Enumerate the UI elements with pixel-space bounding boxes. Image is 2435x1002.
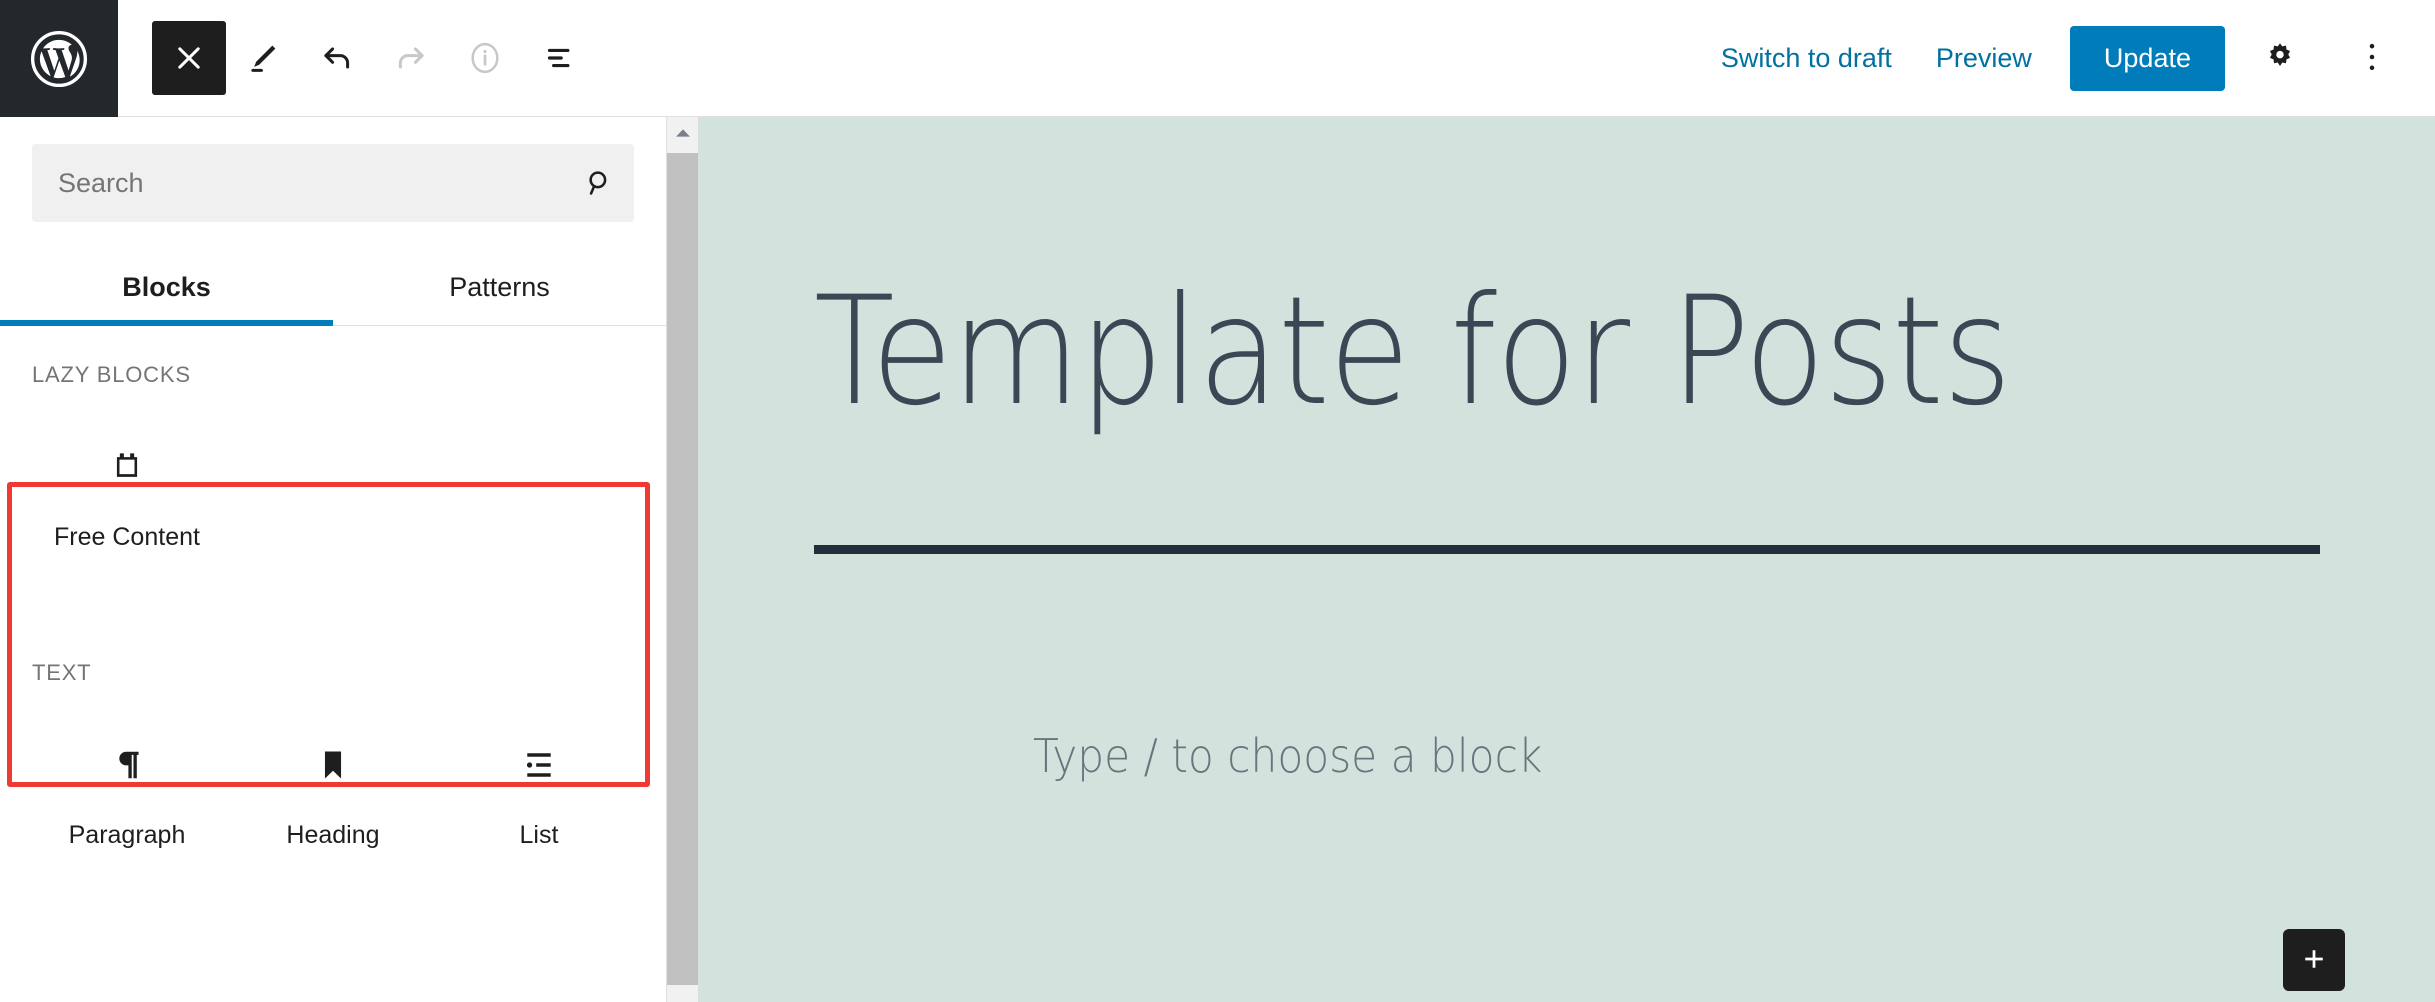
inserter-tabs: Blocks Patterns	[0, 258, 666, 326]
scrollbar-thumb[interactable]	[667, 153, 698, 986]
undo-button[interactable]	[300, 21, 374, 95]
undo-icon	[318, 39, 356, 77]
chevron-up-icon	[674, 126, 692, 144]
add-block-button[interactable]	[2283, 929, 2345, 991]
close-inserter-button[interactable]	[152, 21, 226, 95]
block-inserter-panel: Blocks Patterns LAZY BLOCKS Free Cont	[0, 117, 667, 1002]
editor-canvas: Template for Posts Type / to choose a bl…	[699, 117, 2435, 1002]
post-title[interactable]: Template for Posts	[814, 277, 2139, 427]
block-item-heading[interactable]: Heading	[230, 716, 436, 872]
pencil-icon	[244, 39, 282, 77]
tab-blocks[interactable]: Blocks	[0, 258, 333, 326]
bulleted-list-icon	[518, 734, 560, 796]
block-list-scroll-region: LAZY BLOCKS Free Content TEXT Paragraph …	[0, 326, 666, 1002]
search-field[interactable]	[32, 144, 634, 222]
section-title-lazy-blocks: LAZY BLOCKS	[32, 362, 191, 387]
section-title-text: TEXT	[32, 660, 92, 685]
block-item-label: Paragraph	[68, 821, 186, 849]
search-input[interactable]	[32, 144, 564, 222]
pilcrow-icon	[106, 734, 148, 796]
redo-icon	[392, 39, 430, 77]
wordpress-logo-button[interactable]	[0, 0, 118, 117]
plus-icon	[2299, 944, 2329, 977]
block-item-paragraph[interactable]: Paragraph	[24, 716, 230, 872]
update-button[interactable]: Update	[2069, 25, 2225, 91]
settings-button[interactable]	[2243, 21, 2317, 95]
toolbar-right-group: Switch to draft Preview Update	[1699, 0, 2435, 116]
scrollbar-up-button[interactable]	[667, 117, 698, 153]
redo-button[interactable]	[374, 21, 448, 95]
list-view-icon	[540, 39, 578, 77]
gear-icon	[2262, 39, 2298, 78]
preview-button[interactable]: Preview	[1914, 29, 2054, 88]
more-vertical-icon	[2357, 39, 2387, 78]
block-placeholder-text[interactable]: Type / to choose a block	[814, 729, 2200, 783]
wordpress-logo-icon	[28, 28, 90, 90]
toolbar-left-icon-group	[118, 0, 596, 116]
block-item-list[interactable]: List	[436, 716, 642, 872]
details-button[interactable]	[448, 21, 522, 95]
scrollbar-track[interactable]	[667, 153, 698, 1002]
editor-body: Blocks Patterns LAZY BLOCKS Free Cont	[0, 117, 2435, 1002]
block-brick-icon	[105, 436, 149, 498]
block-item-label: Heading	[286, 821, 380, 849]
title-separator-rule	[814, 545, 2320, 554]
block-grid-lazy-blocks: Free Content	[0, 418, 666, 574]
info-icon	[465, 38, 505, 78]
wordpress-block-editor: Switch to draft Preview Update Search Bl…	[0, 0, 2435, 1002]
close-icon	[172, 41, 206, 75]
block-item-label: Free Content	[54, 523, 200, 551]
switch-to-draft-button[interactable]: Switch to draft	[1699, 29, 1914, 88]
editor-toolbar: Switch to draft Preview Update	[0, 0, 2435, 117]
more-options-button[interactable]	[2335, 21, 2409, 95]
block-item-free-content[interactable]: Free Content	[24, 418, 230, 574]
bookmark-icon	[312, 734, 354, 796]
tab-patterns[interactable]: Patterns	[333, 258, 666, 325]
block-grid-text: Paragraph Heading List	[0, 716, 666, 872]
block-item-label: List	[519, 821, 559, 849]
search-wrapper	[0, 117, 666, 222]
search-icon	[564, 166, 634, 200]
inserter-scrollbar[interactable]	[667, 117, 699, 1002]
list-view-button[interactable]	[522, 21, 596, 95]
tools-button[interactable]	[226, 21, 300, 95]
